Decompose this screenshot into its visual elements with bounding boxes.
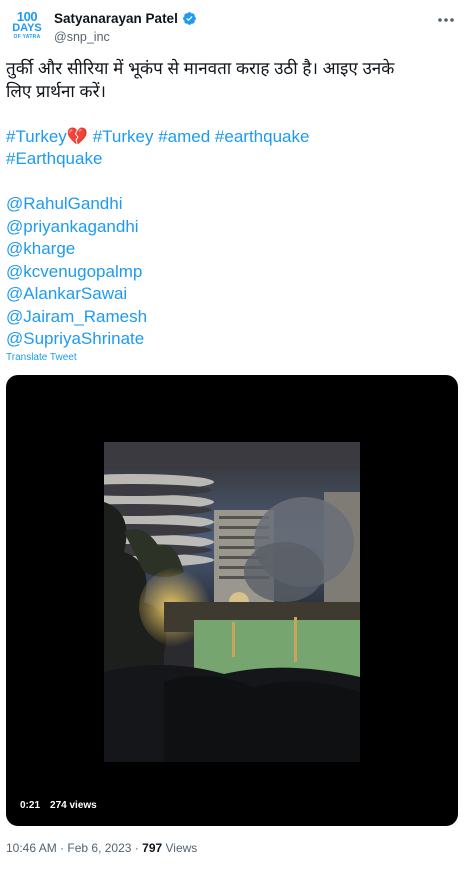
hashtag-link[interactable]: #earthquake: [215, 127, 310, 146]
author-handle[interactable]: @snp_inc: [54, 30, 197, 44]
verified-badge-icon: [182, 12, 196, 25]
more-options-icon[interactable]: [436, 12, 456, 28]
separator: ·: [134, 841, 139, 855]
hashtag-line-2: #Earthquake: [6, 148, 458, 171]
view-count: 797: [142, 841, 163, 855]
video-duration: 0:21: [20, 800, 41, 811]
tweet-header: 100 DAYS OF YATRA Satyanarayan Patel @sn…: [0, 0, 472, 46]
tweet-time[interactable]: 10:46 AM: [6, 841, 57, 855]
mention-link[interactable]: @priyankagandhi: [6, 216, 458, 239]
mention-link[interactable]: @AlankarSawai: [6, 283, 458, 306]
video-frame-image: [104, 442, 360, 762]
video-meta: 0:21 274 views: [20, 800, 107, 811]
author-name-row[interactable]: Satyanarayan Patel: [54, 11, 197, 26]
author-info: Satyanarayan Patel @snp_inc: [54, 10, 197, 44]
mention-link[interactable]: @Jairam_Ramesh: [6, 306, 458, 329]
avatar-text-line2: DAYS: [12, 22, 42, 34]
separator: ·: [60, 841, 65, 855]
video-player[interactable]: 0:21 274 views: [6, 375, 458, 826]
mention-link[interactable]: @kharge: [6, 238, 458, 261]
video-thumbnail[interactable]: [104, 442, 360, 762]
tweet-text: तुर्की और सीरिया में भूकंप से मानवता करा…: [6, 58, 458, 351]
display-name[interactable]: Satyanarayan Patel: [54, 11, 178, 26]
broken-heart-icon: 💔: [66, 126, 88, 146]
hashtag-link[interactable]: #amed: [158, 127, 210, 146]
avatar-text-line3: OF YATRA: [13, 34, 41, 40]
tweet-footer: 10:46 AM · Feb 6, 2023 · 797 Views: [6, 841, 197, 855]
tweet-hindi-line-1: तुर्की और सीरिया में भूकंप से मानवता करा…: [6, 59, 395, 78]
tweet-hindi-line-2: लिए प्रार्थना करें।: [6, 81, 107, 101]
hashtag-link[interactable]: #Earthquake: [6, 149, 102, 168]
hashtag-line-1: #Turkey💔 #Turkey #amed #earthquake: [6, 126, 458, 149]
views-label: Views: [165, 841, 198, 855]
mention-link[interactable]: @RahulGandhi: [6, 193, 458, 216]
video-views: 274 views: [50, 800, 97, 811]
mention-link[interactable]: @kcvenugopalmp: [6, 261, 458, 284]
hashtag-link[interactable]: #Turkey: [93, 127, 154, 146]
translate-tweet-link[interactable]: Translate Tweet: [6, 352, 77, 363]
tweet-date[interactable]: Feb 6, 2023: [67, 841, 131, 855]
avatar[interactable]: 100 DAYS OF YATRA: [10, 10, 44, 44]
hashtag-link[interactable]: #Turkey: [6, 127, 67, 146]
mention-link[interactable]: @SupriyaShrinate: [6, 328, 458, 351]
